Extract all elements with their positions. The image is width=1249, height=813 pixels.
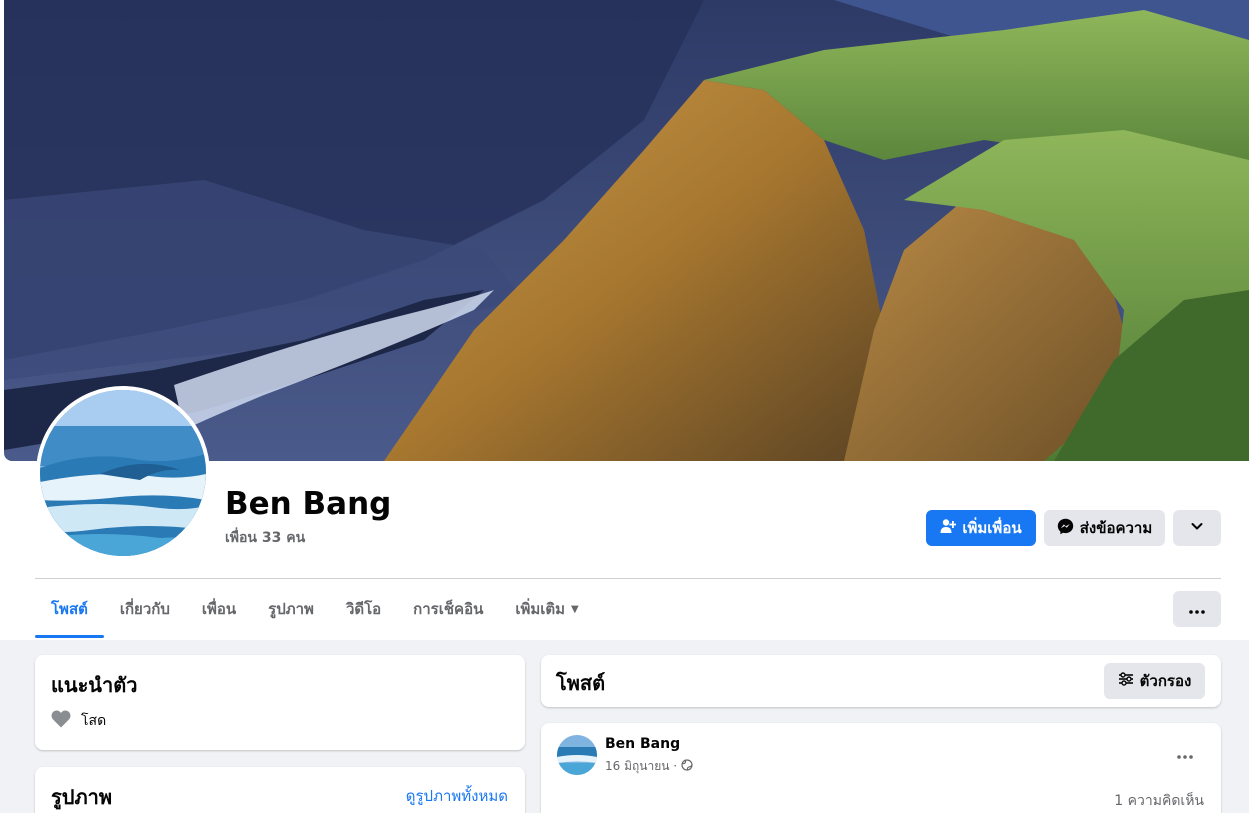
posts-title: โพสต์ — [556, 671, 606, 695]
see-all-photos-link[interactable]: ดูรูปภาพทั้งหมด — [406, 784, 508, 808]
post-author-name[interactable]: Ben Bang — [605, 736, 680, 752]
photos-card: รูปภาพ ดูรูปภาพทั้งหมด — [35, 767, 525, 813]
filter-icon — [1118, 672, 1134, 690]
tab-friends[interactable]: เพื่อน — [186, 580, 252, 638]
filter-label: ตัวกรอง — [1139, 672, 1192, 690]
add-friend-button[interactable]: เพิ่มเพื่อน — [926, 510, 1036, 546]
post-author-avatar[interactable] — [557, 735, 597, 775]
intro-card: แนะนำตัว โสด — [35, 655, 525, 750]
tab-posts[interactable]: โพสต์ — [35, 580, 104, 638]
tabs-more-button[interactable] — [1173, 591, 1221, 627]
tab-about[interactable]: เกี่ยวกับ — [104, 580, 186, 638]
more-horizontal-icon — [1177, 744, 1193, 763]
photos-title: รูปภาพ — [51, 785, 113, 809]
profile-name: Ben Bang — [225, 486, 392, 522]
add-friend-label: เพิ่มเพื่อน — [962, 519, 1022, 537]
posts-header-card: โพสต์ ตัวกรอง — [541, 655, 1221, 707]
cover-photo[interactable] — [4, 0, 1249, 461]
tab-more[interactable]: เพิ่มเติม ▼ — [499, 580, 594, 638]
relationship-status: โสด — [81, 713, 107, 729]
person-plus-icon — [940, 518, 957, 538]
post-comment-count[interactable]: 1 ความคิดเห็น — [1114, 790, 1204, 812]
post-card: Ben Bang 16 มิถุนายน · 1 ความคิดเห็น — [541, 723, 1221, 813]
heart-icon — [51, 710, 71, 732]
header-divider — [35, 578, 1221, 579]
profile-tabs: โพสต์ เกี่ยวกับ เพื่อน รูปภาพ วิดีโอ การ… — [35, 580, 595, 638]
tab-checkins[interactable]: การเช็คอิน — [397, 580, 499, 638]
post-date[interactable]: 16 มิถุนายน · — [605, 757, 677, 776]
chevron-down-icon — [1190, 519, 1204, 537]
intro-title: แนะนำตัว — [51, 673, 138, 697]
post-options-button[interactable] — [1167, 739, 1203, 767]
relationship-row: โสด — [51, 710, 106, 732]
caret-down-icon: ▼ — [571, 603, 579, 615]
messenger-icon — [1057, 518, 1074, 539]
profile-avatar[interactable] — [36, 386, 210, 560]
post-meta: 16 มิถุนายน · — [605, 757, 693, 776]
message-button[interactable]: ส่งข้อความ — [1044, 510, 1165, 546]
friend-count[interactable]: เพื่อน 33 คน — [225, 527, 305, 549]
filter-button[interactable]: ตัวกรอง — [1104, 663, 1205, 699]
more-horizontal-icon — [1189, 600, 1205, 618]
profile-header: Ben Bang เพื่อน 33 คน เพิ่มเพื่อน ส่งข้อ… — [0, 0, 1249, 640]
message-label: ส่งข้อความ — [1079, 519, 1153, 537]
profile-dropdown-button[interactable] — [1173, 510, 1221, 546]
tab-videos[interactable]: วิดีโอ — [330, 580, 397, 638]
tab-photos[interactable]: รูปภาพ — [252, 580, 330, 638]
globe-icon — [681, 759, 693, 774]
